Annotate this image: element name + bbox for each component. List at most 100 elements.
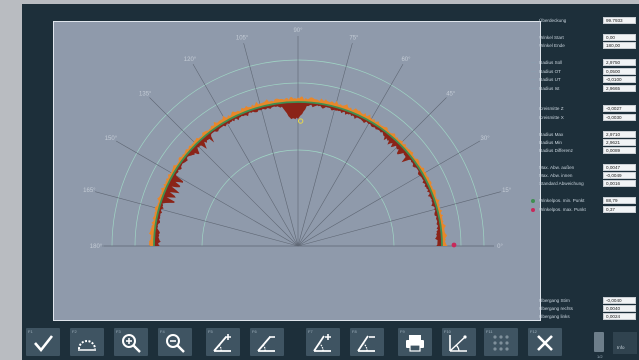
measurement-value[interactable]: 180,00 xyxy=(603,42,636,49)
measurement-label: Radius Soll xyxy=(539,60,563,65)
fit-arc-button[interactable]: F2 xyxy=(70,328,104,356)
measurement-label: Max. Abw. außen xyxy=(539,165,575,170)
measurement-row: Überdeckung 99.7933 xyxy=(525,17,639,25)
measurement-label: Übergang Stirn xyxy=(539,298,570,303)
cancel-x-icon xyxy=(537,335,553,351)
measurement-label: Radius Min xyxy=(539,140,562,145)
measurement-row: — Radius OT 0,0500 xyxy=(525,68,639,76)
angle-spoke xyxy=(95,191,299,247)
angle-add-alt-icon xyxy=(313,334,331,352)
measurement-row: — Radius UT -0,0100 xyxy=(525,76,639,84)
zoom-out-button[interactable]: F4 xyxy=(158,328,192,356)
angle-chart-button[interactable]: F10 xyxy=(442,328,476,356)
measurement-row: Radius Max 2,9710 xyxy=(525,131,639,139)
measurement-value[interactable]: 2,9750 xyxy=(603,59,636,66)
measurement-label: Max. Abw. innen xyxy=(539,173,573,178)
measurement-row: Winkelpos. min. Punkt 88,79 xyxy=(525,197,639,205)
max-point-marker xyxy=(451,242,457,248)
angle-add-alt-button[interactable]: F7 xyxy=(306,328,340,356)
angle-add-icon xyxy=(213,334,231,352)
measurement-row: Radius Differenz 0,0089 xyxy=(525,147,639,155)
angle-add-button[interactable]: F5 xyxy=(206,328,240,356)
angle-remove-button[interactable]: F6 xyxy=(250,328,284,356)
measurement-value[interactable]: -0,0027 xyxy=(603,105,636,112)
measurement-label: Winkelpos. min. Punkt xyxy=(539,198,585,203)
measurement-label: Winkel Start xyxy=(539,35,564,40)
measurement-row: — Radius Ist 2,9665 xyxy=(525,85,639,93)
fit-arc-icon xyxy=(78,340,96,351)
measurement-row: Übergang rechts 0,0040 xyxy=(525,305,639,313)
zoom-in-icon xyxy=(122,334,141,353)
angle-remove-icon xyxy=(257,336,275,352)
measurement-label: Übergang rechts xyxy=(539,306,573,311)
max-point-marker-icon xyxy=(531,208,535,212)
measurement-value[interactable]: 0,0040 xyxy=(603,305,636,312)
print-button[interactable]: F9 xyxy=(398,328,432,356)
series-dash-icon: — xyxy=(531,86,536,92)
measurement-label: Standard Abweichung xyxy=(539,181,584,186)
measurement-label: Radius Max xyxy=(539,132,564,137)
measurement-value[interactable]: 88,79 xyxy=(603,197,636,204)
measurement-value[interactable]: 99.7933 xyxy=(603,17,636,24)
measurement-row: Max. Abw. außen 0,0047 xyxy=(525,164,639,172)
measurement-label: Radius Differenz xyxy=(539,148,573,153)
measurement-value[interactable]: -0,0100 xyxy=(603,76,636,83)
measurement-label: Kreismitte X xyxy=(539,115,564,120)
grid-button[interactable]: F11 xyxy=(484,328,518,356)
measurement-value[interactable]: 2,9710 xyxy=(603,131,636,138)
angle-tick-label: 150° xyxy=(105,136,118,142)
measurement-row: Winkel Ende 180,00 xyxy=(525,42,639,50)
measurement-value[interactable]: 2,9665 xyxy=(603,85,636,92)
angle-tick-label: 75° xyxy=(349,35,359,41)
measurement-label: Kreismitte Z xyxy=(539,106,564,111)
angle-tick-label: 15° xyxy=(502,188,512,194)
confirm-check-icon xyxy=(34,335,54,353)
measurement-value[interactable]: 0,0047 xyxy=(603,164,636,171)
measurement-value[interactable]: 0,37 xyxy=(603,206,636,213)
measurement-value[interactable]: 0,00 xyxy=(603,34,636,41)
measurement-value[interactable]: -0,0049 xyxy=(603,172,636,179)
measurement-value[interactable]: -0,0040 xyxy=(603,297,636,304)
measurement-label: Radius Ist xyxy=(539,86,560,91)
measurement-panel: Überdeckung 99.7933 Winkel Start 0,00 Winkel… xyxy=(525,12,639,328)
info-button[interactable]: Info xyxy=(613,332,637,354)
measurement-value[interactable]: 0,0024 xyxy=(603,313,636,320)
measurement-row: Übergang Stirn -0,0040 xyxy=(525,297,639,305)
measurement-label: Überdeckung xyxy=(539,18,567,23)
measurement-value[interactable]: 0,0016 xyxy=(603,180,636,187)
polar-plot-panel: 0° 15° 30° 45° 60° 75° 90° 105° 120° 135° 150° 165°… xyxy=(53,21,541,321)
angle-spoke xyxy=(297,43,353,247)
cancel-button[interactable]: F12 xyxy=(528,328,562,356)
measurement-label: Radius UT xyxy=(539,77,561,82)
angle-spoke xyxy=(297,191,501,247)
angle-spoke xyxy=(243,43,299,247)
measurement-row: Standard Abweichung 0,0016 xyxy=(525,180,639,188)
angle-remove-alt-button[interactable]: F8 xyxy=(350,328,384,356)
function-key-toolbar: 1/2 Info F1 F2 F3 F4 F5 F6 F7 F8 F9 F10 F11 F12 xyxy=(22,328,639,360)
zoom-in-button[interactable]: F3 xyxy=(114,328,148,356)
measurement-row: Winkelpos. max. Punkt 0,37 xyxy=(525,206,639,214)
page-toggle-button[interactable] xyxy=(594,332,604,352)
measurement-value[interactable]: 0,0089 xyxy=(603,147,636,154)
measurement-value[interactable]: 0,0500 xyxy=(603,68,636,75)
measurement-row: Kreismitte Z -0,0027 xyxy=(525,105,639,113)
angle-remove-alt-icon xyxy=(357,335,375,352)
print-icon xyxy=(406,335,424,352)
measurement-label: Winkel Ende xyxy=(539,43,565,48)
min-point-marker-icon xyxy=(531,199,535,203)
measurement-row: Max. Abw. innen -0,0049 xyxy=(525,172,639,180)
angle-tick-label: 0° xyxy=(497,244,503,250)
angle-tick-label: 105° xyxy=(236,35,249,41)
series-dash-icon: — xyxy=(531,77,536,83)
angle-tick-label: 45° xyxy=(446,91,456,97)
polar-plot: 0° 15° 30° 45° 60° 75° 90° 105° 120° 135° 150° 165°… xyxy=(83,28,512,250)
info-label: Info xyxy=(617,345,625,350)
measurement-label: Radius OT xyxy=(539,69,561,74)
angle-tick-label: 60° xyxy=(401,57,411,63)
confirm-button[interactable]: F1 xyxy=(26,328,60,356)
measurement-value[interactable]: -0,0030 xyxy=(603,114,636,121)
polar-spokes: 0° 15° 30° 45° 60° 75° 90° 105° 120° 135° 150° 165°… xyxy=(83,28,512,250)
measurement-value[interactable]: 2,9621 xyxy=(603,139,636,146)
measurement-row: Radius Min 2,9621 xyxy=(525,139,639,147)
series-dash-icon: — xyxy=(531,60,536,66)
